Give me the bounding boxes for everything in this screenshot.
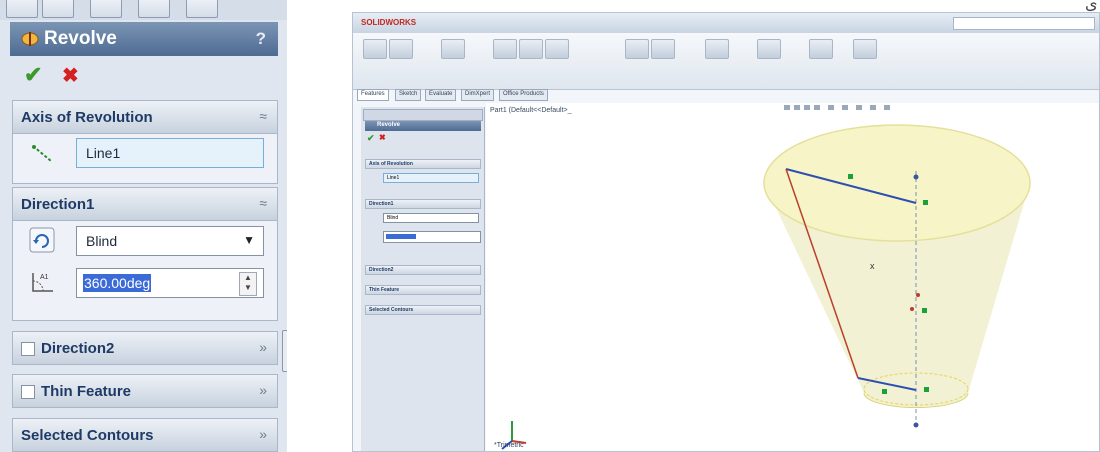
feature-title: Revolve [44,28,117,49]
fillet-button[interactable] [625,39,649,59]
selected-contours-header[interactable]: Selected Contours » [12,418,278,452]
axis-line-icon [32,145,52,162]
spin-arrows-icon[interactable]: ▲ ▼ [239,272,257,296]
expand-chevron-icon[interactable]: » [259,382,267,398]
display-manager-tab[interactable] [186,0,218,18]
revolved-cut-button[interactable] [545,39,569,59]
section-label: Direction2 [41,340,115,357]
mini-end-condition[interactable]: Blind [383,213,479,223]
angle-icon: A1 [32,273,53,292]
direction1-body: Blind ▼ A1 360.00deg ▲ ▼ [12,221,278,321]
reverse-direction-icon[interactable] [29,227,55,253]
mini-manager-tabs[interactable] [363,109,483,121]
axis-selection-field[interactable]: Line1 [76,138,264,168]
revolved-boss-button[interactable] [389,39,413,59]
mini-axis-header[interactable]: Axis of Revolution [365,159,481,169]
cancel-button[interactable]: ✖ [62,63,79,88]
tab-evaluate[interactable]: Evaluate [425,89,457,101]
mini-selected-contours-header[interactable]: Selected Contours [365,305,481,315]
mini-feature-title: Revolve [365,121,481,131]
section-label: Direction1 [21,196,95,213]
tab-features[interactable]: Features [357,89,389,101]
axis-of-revolution-header[interactable]: Axis of Revolution ≈ [12,100,278,134]
property-manager-panel: Revolve ? ✔ ✖ Axis of Revolution ≈ Line1… [0,0,287,452]
expand-chevron-icon[interactable]: » [259,339,267,355]
panel-resize-grip[interactable] [282,330,287,372]
thin-feature-checkbox[interactable] [21,385,35,400]
end-condition-select[interactable]: Blind ▼ [76,226,264,256]
direction1-header[interactable]: Direction1 ≈ [12,187,278,221]
collapse-chevron-icon[interactable]: ≈ [259,108,267,124]
section-label: Thin Feature [41,383,132,400]
command-tabs: Features Sketch Evaluate DimXpert Office… [353,89,593,103]
collapse-chevron-icon[interactable]: ≈ [259,195,267,211]
title-bar: SOLIDWORKS [353,13,1099,33]
section-label: Axis of Revolution [21,109,153,126]
direction2-header[interactable]: Direction2 » [12,331,278,365]
feature-title-bar: Revolve ? [10,22,278,56]
mini-axis-field[interactable]: Line1 [383,173,479,183]
rib-button[interactable] [705,39,729,59]
section-label: Selected Contours [21,427,154,444]
svg-text:A1: A1 [40,274,49,281]
mini-direction2-header[interactable]: Direction2 [365,265,481,275]
mini-cancel-button[interactable]: ✖ [379,133,386,142]
featuremanager-tab[interactable] [6,0,38,18]
configurationmanager-tab[interactable] [90,0,122,18]
tab-sketch[interactable]: Sketch [395,89,422,101]
tab-dimxpert[interactable]: DimXpert [461,89,495,101]
svg-text:x: x [870,261,875,271]
manager-tabs [0,0,287,20]
extruded-cut-button[interactable] [493,39,517,59]
help-button[interactable]: ? [256,29,266,49]
angle-spinbox[interactable]: 360.00deg ▲ ▼ [76,268,264,298]
search-box[interactable] [953,17,1095,30]
curves-button[interactable] [809,39,833,59]
chevron-down-icon: ▼ [243,233,255,247]
ok-button[interactable]: ✔ [24,62,42,88]
extruded-boss-button[interactable] [363,39,387,59]
solidworks-logo: SOLIDWORKS [361,18,417,27]
angle-value: 360.00deg [83,274,152,292]
swept-boss-button[interactable] [441,39,465,59]
linear-pattern-button[interactable] [651,39,675,59]
direction2-checkbox[interactable] [21,342,35,357]
thin-feature-header[interactable]: Thin Feature » [12,374,278,408]
end-condition-value: Blind [86,233,118,249]
solidworks-window: SOLIDWORKS Features Sketch Evaluate DimX… [352,12,1100,452]
view-orientation-label: *Trimetric [494,442,524,449]
mini-property-manager: Revolve ✔ ✖ Axis of Revolution Line1 Dir… [361,107,485,451]
mini-thin-feature-header[interactable]: Thin Feature [365,285,481,295]
axis-of-revolution-body: Line1 [12,134,278,184]
reference-geometry-button[interactable] [757,39,781,59]
revolve-icon [21,32,39,46]
command-manager [353,33,1099,90]
propertymanager-tab[interactable] [42,0,74,18]
hole-wizard-button[interactable] [519,39,543,59]
mini-direction1-header[interactable]: Direction1 [365,199,481,209]
expand-chevron-icon[interactable]: » [259,426,267,442]
tab-office-products[interactable]: Office Products [499,89,548,101]
model-view: x [501,105,1031,450]
mini-ok-button[interactable]: ✔ [367,133,375,144]
graphics-area[interactable]: Part1 (Default<<Default>_ x *Trimetric [486,103,1099,451]
dimxpert-tab[interactable] [138,0,170,18]
instant3d-button[interactable] [853,39,877,59]
mini-angle-spinbox[interactable] [383,231,481,243]
